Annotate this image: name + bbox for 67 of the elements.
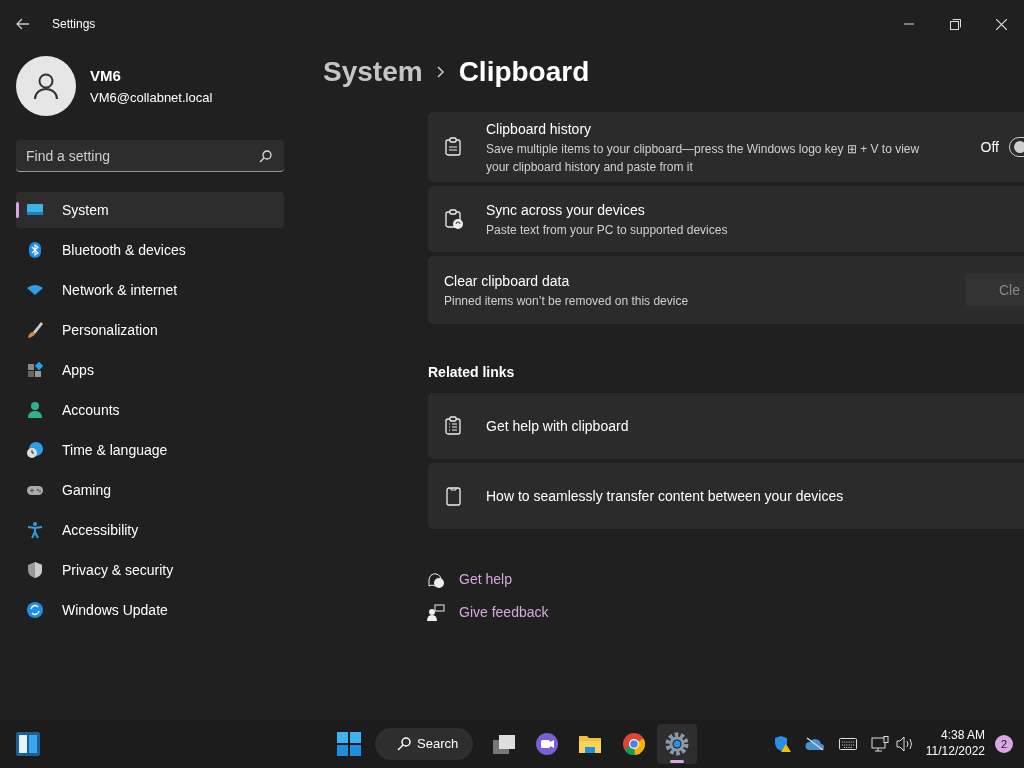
setting-description: Save multiple items to your clipboard—press the Windows logo key ⊞ + V to view your clipboard history and paste from it: [486, 140, 921, 176]
gear-icon[interactable]: [665, 732, 689, 756]
sidebar-item[interactable]: Windows Update: [16, 592, 284, 628]
chevron-icon: [436, 66, 445, 78]
related-link[interactable]: How to seamlessly transfer content between your devices: [428, 463, 1024, 529]
accessibility-icon: [26, 521, 44, 539]
sidebar-item[interactable]: Privacy & security: [16, 552, 284, 588]
sidebar-item[interactable]: Accounts: [16, 392, 284, 428]
sidebar-item[interactable]: Network & internet: [16, 272, 284, 308]
back-icon[interactable]: [16, 18, 30, 30]
shield-warning-icon[interactable]: [772, 735, 791, 753]
person-icon: [32, 72, 60, 100]
help-link[interactable]: Get help: [459, 569, 512, 590]
sidebar-item[interactable]: Gaming: [16, 472, 284, 508]
network-icon[interactable]: [870, 736, 889, 752]
clear-button[interactable]: Cle: [965, 274, 1024, 306]
sidebar-item[interactable]: System: [16, 192, 284, 228]
clipboard-icon: [444, 137, 464, 157]
clipboard-sync-icon: [444, 209, 464, 229]
task-view-icon[interactable]: [491, 732, 515, 756]
cloud-icon[interactable]: [804, 737, 825, 751]
window-title: Settings: [52, 16, 96, 33]
globe-clock-icon: [26, 441, 44, 459]
browser-icon[interactable]: [621, 732, 646, 756]
sidebar-item[interactable]: Personalization: [16, 312, 284, 348]
chat-icon[interactable]: [534, 732, 559, 756]
feedback-link[interactable]: Give feedback: [459, 602, 549, 623]
sidebar-item[interactable]: Accessibility: [16, 512, 284, 548]
help-chat-icon: [427, 570, 445, 589]
section-heading: Related links: [428, 363, 516, 382]
bluetooth-icon: [26, 241, 44, 259]
page-title: Clipboard: [458, 55, 590, 89]
update-icon: [26, 601, 44, 619]
close-icon[interactable]: [995, 18, 1007, 30]
sidebar-item[interactable]: Time & language: [16, 432, 284, 468]
setting-description: Paste text from your PC to supported devices: [486, 221, 728, 239]
setting-title: Clear clipboard data: [444, 271, 571, 291]
widgets-icon[interactable]: [16, 732, 40, 756]
apps-icon: [26, 361, 44, 379]
notification-badge[interactable]: 2: [995, 735, 1013, 753]
breadcrumb-link[interactable]: System: [323, 51, 423, 93]
sidebar-item[interactable]: Apps: [16, 352, 284, 388]
active-indicator: [670, 760, 684, 763]
shield-icon: [26, 561, 44, 579]
setting-title: Clipboard history: [486, 119, 593, 139]
clipboard-icon: [444, 486, 464, 506]
toggle-state: Off: [980, 137, 999, 157]
user-name: VM6: [90, 66, 122, 86]
keyboard-icon[interactable]: [838, 738, 857, 750]
sidebar-item[interactable]: Bluetooth & devices: [16, 232, 284, 268]
restore-icon[interactable]: [949, 18, 961, 30]
related-link[interactable]: Get help with clipboard: [428, 393, 1024, 459]
clock-time: 4:38 AM: [939, 728, 985, 744]
person-icon: [26, 401, 44, 419]
volume-icon[interactable]: [895, 736, 914, 752]
checklist-icon: [444, 416, 464, 436]
clock-date: 11/12/2022: [925, 744, 985, 760]
taskbar-search[interactable]: Search: [375, 728, 473, 760]
brush-icon: [26, 321, 44, 339]
start-icon[interactable]: [337, 732, 361, 756]
search-icon: [397, 737, 411, 751]
search-field[interactable]: Find a setting: [16, 140, 284, 172]
setting-description: Pinned items won’t be removed on this device: [444, 292, 689, 310]
user-email: VM6@collabnet.local: [90, 88, 213, 107]
search-icon: [259, 150, 272, 163]
feedback-icon: [427, 603, 445, 622]
setting-title: Sync across your devices: [486, 200, 646, 220]
